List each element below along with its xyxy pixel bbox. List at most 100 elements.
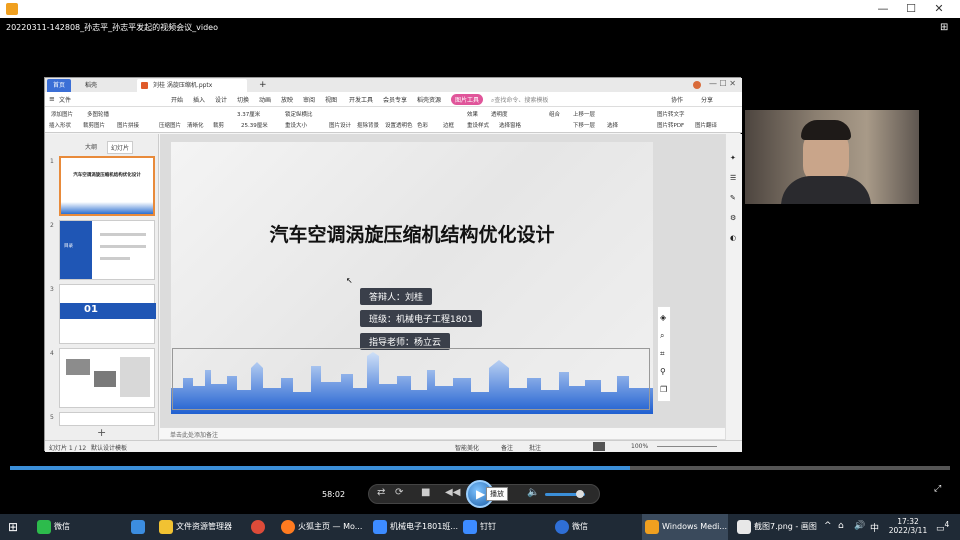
- menu-animation[interactable]: 动画: [259, 95, 271, 104]
- taskbar-item-dingtalk[interactable]: 钉钉: [460, 514, 544, 540]
- ribbon-pic-translate[interactable]: 图片翻译: [695, 121, 717, 129]
- speaker-icon[interactable]: 🔊: [854, 521, 865, 531]
- menu-picture-tools[interactable]: 图片工具: [451, 94, 484, 105]
- copy-icon[interactable]: ❐: [660, 385, 667, 394]
- zoom-slider[interactable]: [657, 446, 717, 447]
- menu-insert[interactable]: 插入: [193, 95, 205, 104]
- ribbon-reset-style[interactable]: 重设样式: [467, 121, 489, 129]
- ribbon-lock-ratio[interactable]: 锁定纵横比: [285, 110, 313, 118]
- seek-bar[interactable]: [10, 466, 950, 470]
- ribbon-select[interactable]: 选择: [607, 121, 618, 129]
- ribbon-selection-pane[interactable]: 选择窗格: [499, 121, 521, 129]
- ribbon-effect[interactable]: 效果: [467, 110, 478, 118]
- menu-view[interactable]: 视图: [325, 95, 337, 104]
- tab-document[interactable]: 刘桂 涡旋压缩机.pptx: [137, 79, 247, 92]
- ribbon-pic-to-pdf[interactable]: 图片转PDF: [657, 121, 684, 129]
- ribbon-crop[interactable]: 裁剪: [213, 121, 224, 129]
- ribbon-sharpen[interactable]: 清晰化: [187, 121, 204, 129]
- layers-icon[interactable]: ◈: [660, 313, 666, 322]
- ribbon-transparency[interactable]: 透明度: [491, 110, 508, 118]
- slide-thumb-2[interactable]: 目录: [59, 220, 155, 280]
- volume-icon[interactable]: 🔈: [527, 487, 539, 498]
- grid-icon[interactable]: ⊞: [940, 22, 948, 33]
- menu-transition[interactable]: 切换: [237, 95, 249, 104]
- menu-start[interactable]: 开始: [171, 95, 183, 104]
- previous-icon[interactable]: ◀◀: [445, 487, 460, 498]
- slide-thumb-1[interactable]: 汽车空调涡旋压缩机结构优化设计: [59, 156, 155, 216]
- ribbon-insert-shape[interactable]: 插入形状: [49, 121, 71, 129]
- ribbon-carousel[interactable]: 多图轮播: [87, 110, 109, 118]
- ribbon-color[interactable]: 色彩: [417, 121, 428, 129]
- menu-member[interactable]: 会员专享: [383, 95, 407, 104]
- repeat-icon[interactable]: ⟳: [395, 487, 403, 498]
- ribbon-crop-picture[interactable]: 裁剪图片: [83, 121, 105, 129]
- slide-thumb-5[interactable]: [59, 412, 155, 426]
- ribbon-transparent-color[interactable]: 设置透明色: [385, 121, 413, 129]
- tool-icon[interactable]: ☰: [730, 174, 736, 182]
- slide-title[interactable]: 汽车空调涡旋压缩机结构优化设计: [171, 220, 653, 247]
- play-slideshow-icon[interactable]: [593, 442, 605, 451]
- ribbon-border[interactable]: 边框: [443, 121, 454, 129]
- collab-button[interactable]: 协作: [671, 95, 683, 104]
- expand-icon[interactable]: ⤢: [934, 484, 941, 494]
- windows-start-icon[interactable]: ⊞: [8, 520, 18, 534]
- taskbar-item-files-pin[interactable]: [128, 514, 152, 540]
- volume-knob[interactable]: [576, 490, 584, 498]
- shuffle-icon[interactable]: ⇄: [377, 487, 385, 498]
- ribbon-compress[interactable]: 压缩图片: [159, 121, 181, 129]
- tool-icon[interactable]: ⚙: [730, 214, 736, 222]
- comments-button[interactable]: 批注: [529, 443, 541, 452]
- tool-icon[interactable]: ✦: [730, 154, 736, 162]
- smart-beautify-button[interactable]: 智能美化: [455, 443, 479, 452]
- taskbar-item-chrome[interactable]: [248, 514, 272, 540]
- add-slide-button[interactable]: +: [97, 426, 106, 439]
- ribbon-send-backward[interactable]: 下移一层: [573, 121, 595, 129]
- tray-clock[interactable]: 17:32 2022/3/11: [888, 517, 928, 535]
- window-controls[interactable]: — ☐ ✕: [709, 79, 736, 88]
- minimize-button[interactable]: —: [876, 2, 890, 16]
- selection-frame[interactable]: [172, 348, 650, 410]
- command-search[interactable]: ⌕查找命令、搜索模板: [491, 95, 548, 105]
- share-button[interactable]: 分享: [701, 95, 713, 104]
- defender-box[interactable]: 答辩人：刘桂: [360, 288, 433, 305]
- menu-file[interactable]: 文件: [59, 95, 71, 104]
- network-icon[interactable]: ⌂: [838, 521, 844, 531]
- pane-tab-slides[interactable]: 幻灯片: [107, 141, 134, 154]
- ribbon-bring-forward[interactable]: 上移一层: [573, 110, 595, 118]
- tab-home[interactable]: 首页: [47, 79, 72, 92]
- pin-icon[interactable]: ⚲: [660, 367, 666, 376]
- maximize-button[interactable]: ☐: [904, 2, 918, 16]
- ribbon-width[interactable]: 3.37厘米: [237, 110, 260, 118]
- zoom-icon[interactable]: ⌕: [660, 331, 664, 341]
- close-button[interactable]: ✕: [932, 2, 946, 16]
- taskbar-item-media-player[interactable]: Windows Medi...: [642, 514, 728, 540]
- menu-review[interactable]: 审阅: [303, 95, 315, 104]
- menu-devtools[interactable]: 开发工具: [349, 95, 373, 104]
- tab-docer[interactable]: 稻壳: [79, 79, 103, 92]
- tool-icon[interactable]: ◐: [730, 234, 736, 242]
- ribbon-remove-bg[interactable]: 抠除背景: [357, 121, 379, 129]
- taskbar-item-class-chat[interactable]: 机械电子1801班...: [370, 514, 458, 540]
- taskbar-item-wechat[interactable]: 微信: [34, 514, 118, 540]
- notes-field[interactable]: 单击此处添加备注: [160, 427, 725, 439]
- new-tab-button[interactable]: +: [253, 79, 273, 92]
- ribbon-reset-size[interactable]: 重设大小: [285, 121, 307, 129]
- taskbar-item-firefox[interactable]: 火狐主页 — Mo...: [278, 514, 362, 540]
- hamburger-icon[interactable]: ≡: [49, 95, 55, 103]
- ribbon-stitch[interactable]: 图片拼接: [117, 121, 139, 129]
- avatar[interactable]: [693, 81, 701, 89]
- slide-thumb-3[interactable]: 01: [59, 284, 156, 344]
- crop-icon[interactable]: ⌗: [660, 349, 665, 359]
- ribbon-pic-design[interactable]: 图片设计: [329, 121, 351, 129]
- ribbon-group[interactable]: 组合: [549, 110, 560, 118]
- menu-design[interactable]: 设计: [215, 95, 227, 104]
- menu-docer-res[interactable]: 稻壳资源: [417, 95, 441, 104]
- taskbar-item-wechat-2[interactable]: 微信: [552, 514, 636, 540]
- zoom-level[interactable]: 100%: [631, 443, 648, 450]
- ribbon-height[interactable]: 25.39厘米: [241, 121, 268, 129]
- pane-tab-outline[interactable]: 大纲: [85, 142, 97, 151]
- tray-chevron-icon[interactable]: ^: [824, 521, 832, 531]
- taskbar-item-explorer[interactable]: 文件资源管理器: [156, 514, 240, 540]
- notification-icon[interactable]: ▭4: [936, 520, 949, 534]
- notes-button[interactable]: 备注: [501, 443, 513, 452]
